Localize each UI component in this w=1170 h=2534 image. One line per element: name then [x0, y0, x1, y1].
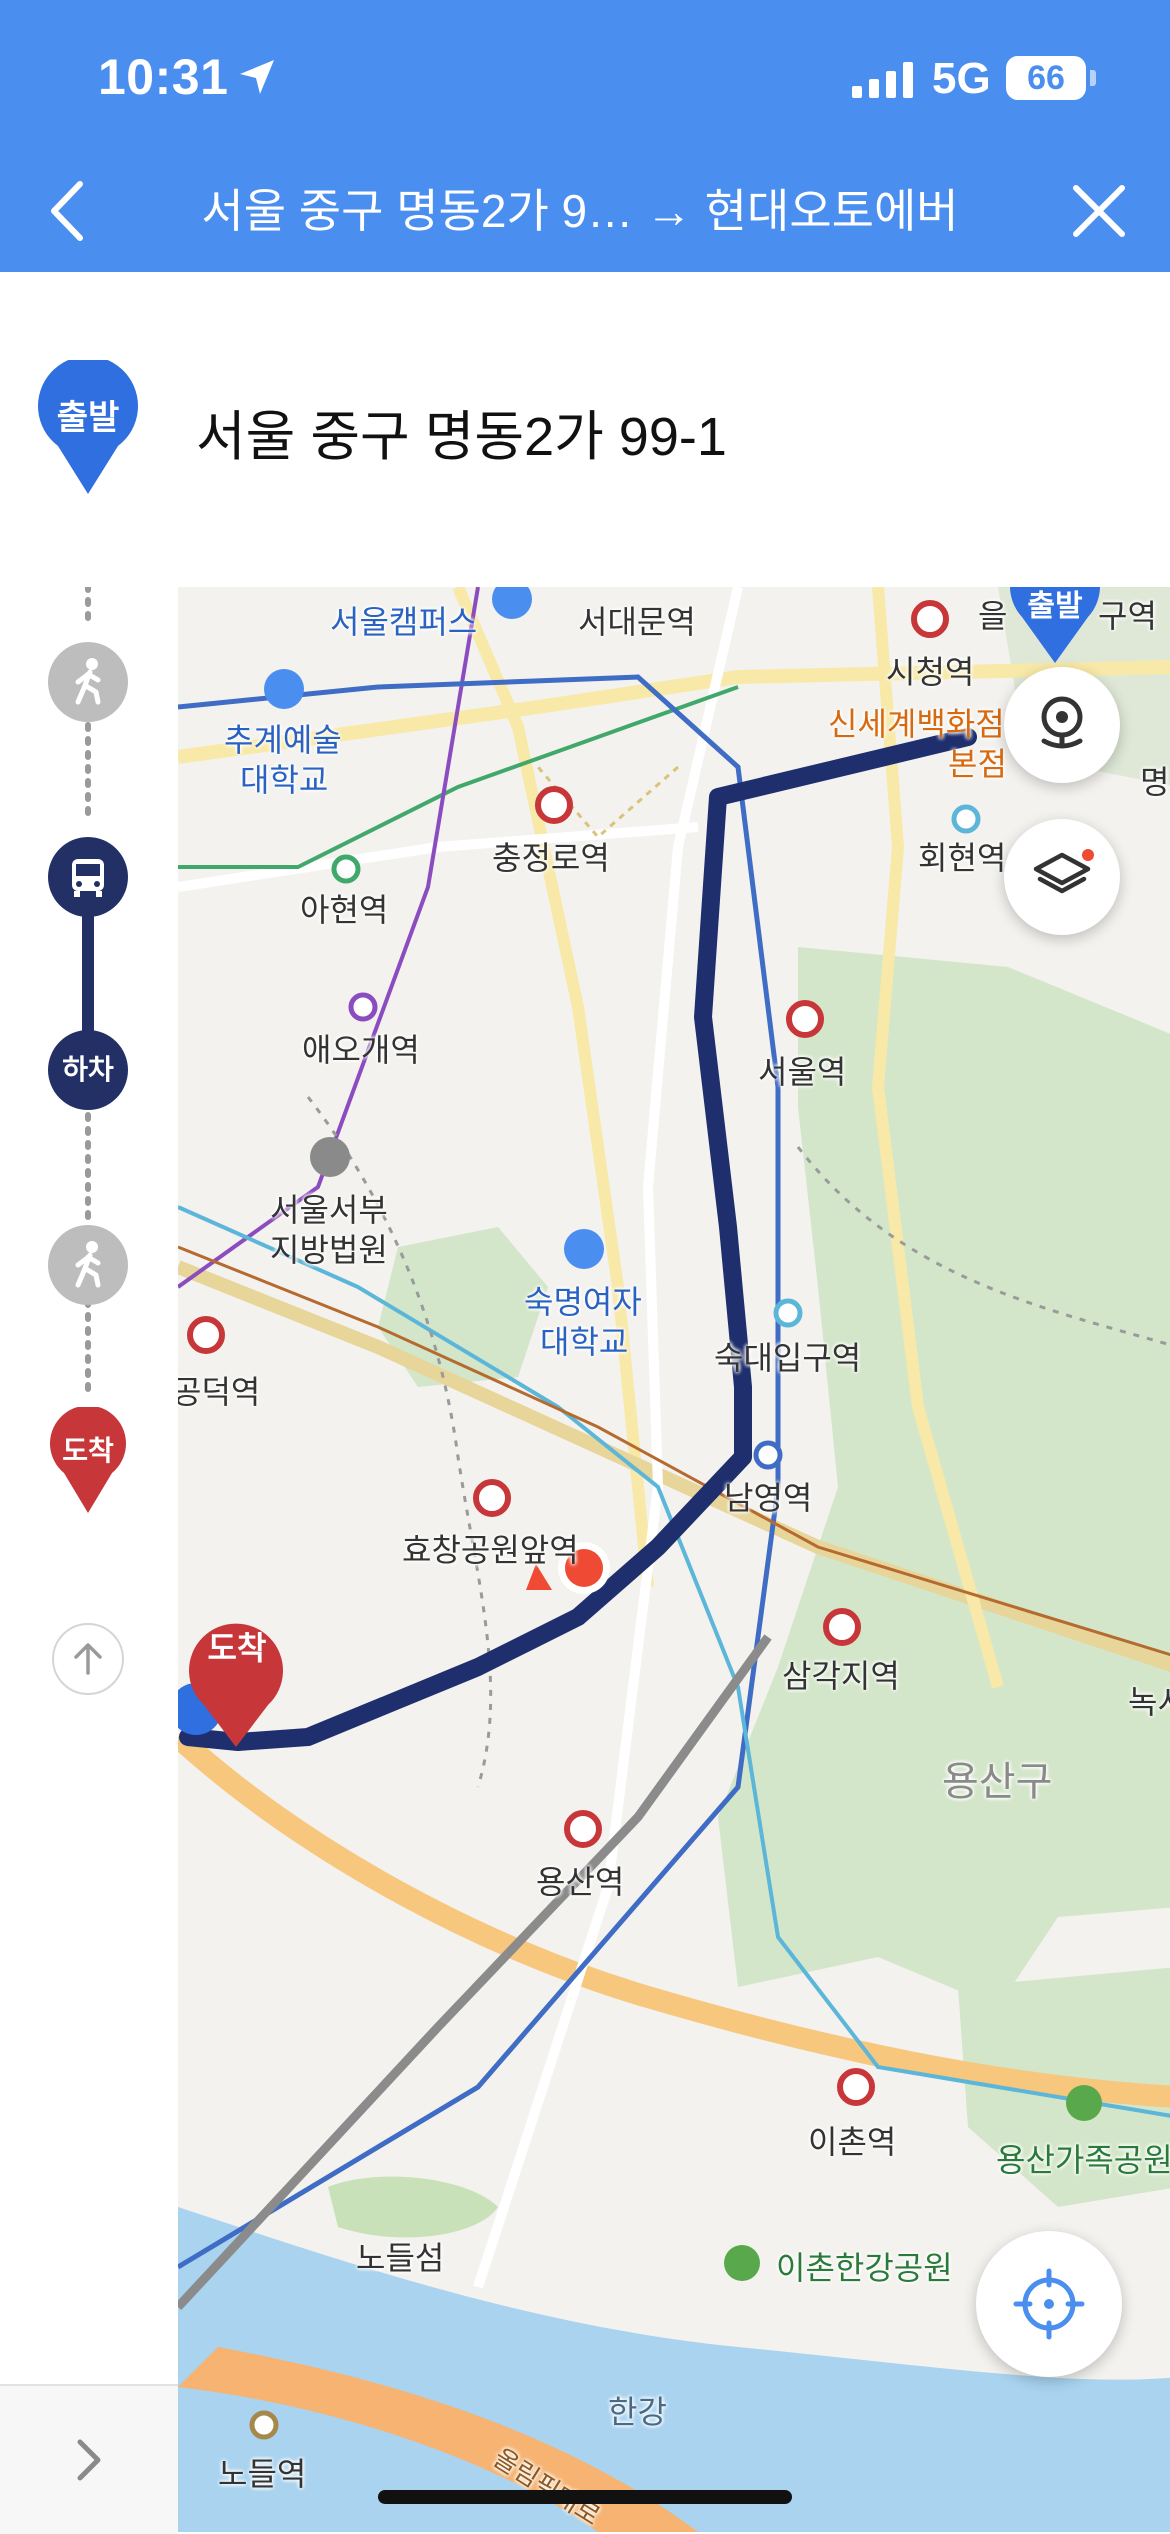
campus-icon: [492, 587, 532, 619]
battery-tip: [1090, 70, 1096, 86]
road-west: [452, 587, 654, 1588]
label-seoul-station: 서울역: [758, 1054, 847, 1090]
label-yongsan-station: 용산역: [536, 1864, 625, 1900]
university-icon-2: [564, 1229, 604, 1269]
map-start-pin-label: 출발: [1027, 590, 1083, 623]
court-icon: [310, 1137, 350, 1177]
label-family-park: 용산가족공원: [996, 2142, 1170, 2178]
label-hangang: 한강: [608, 2394, 667, 2430]
label-namyeong: 남영역: [724, 1480, 813, 1516]
label-yongsan-gu: 용산구: [942, 1760, 1053, 1804]
label-seoul-campus: 서울캠퍼스: [330, 604, 478, 640]
park-icon: [1066, 2085, 1102, 2121]
label-court-2: 지방법원: [270, 1232, 388, 1268]
route-timeline: 하차 도착: [0, 587, 180, 2532]
label-hoehyeon: 회현역: [918, 840, 1007, 876]
status-bar: 10:31 5G 66: [0, 0, 1170, 150]
label-aeogae: 애오개역: [302, 1032, 420, 1068]
street-view-button[interactable]: [1004, 667, 1120, 783]
end-badge-label: 도착: [62, 1435, 114, 1466]
label-myeong: 명: [1140, 764, 1170, 800]
home-indicator: [378, 2490, 792, 2504]
crosshair-icon: [1013, 2268, 1085, 2340]
label-ahyeon: 아현역: [300, 892, 389, 928]
bus-icon: [72, 859, 104, 897]
label-nodeul: 노들역: [218, 2456, 307, 2492]
label-ichon: 이촌역: [808, 2124, 897, 2160]
label-hyochang: 효창공원앞역: [402, 1532, 579, 1568]
arrow-up-icon: [74, 1643, 102, 1675]
alight-badge-label: 하차: [62, 1054, 114, 1085]
map-end-pin-label: 도착: [207, 1630, 267, 1666]
university-icon: [264, 669, 304, 709]
navigation-bar: 서울 중구 명동2가 9… → 현대오토에버: [0, 150, 1170, 272]
walk-icon: [75, 1241, 101, 1288]
layers-icon: [1033, 849, 1094, 894]
cellular-signal-icon: [852, 62, 913, 98]
origin-address[interactable]: 서울 중구 명동2가 99-1: [196, 392, 727, 471]
route-title[interactable]: 서울 중구 명동2가 9… → 현대오토에버: [150, 178, 1010, 244]
walk-step-1[interactable]: [48, 642, 128, 722]
close-icon[interactable]: [1068, 180, 1130, 242]
label-nodeulseom: 노들섬: [356, 2240, 445, 2276]
back-icon[interactable]: [36, 178, 100, 244]
subway-line-1: [178, 674, 781, 2270]
status-time: 10:31: [98, 49, 229, 105]
start-badge-label: 출발: [56, 399, 120, 437]
chevron-right-icon: [77, 2439, 101, 2481]
arrival-step[interactable]: 도착: [48, 1405, 128, 1515]
my-location-button[interactable]: [976, 2231, 1122, 2377]
label-shinsegae-2: 본점: [948, 746, 1007, 782]
label-chungjeongno: 충정로역: [492, 840, 610, 876]
label-chugye-2: 대학교: [240, 762, 329, 798]
walk-step-2[interactable]: [48, 1225, 128, 1305]
map-view[interactable]: 출발 도착 서울캠퍼스 서대문역 을 구역 시청역 신세계백화점 본점 명 추계…: [178, 587, 1170, 2532]
location-arrow-icon: [240, 60, 274, 94]
label-sookdae: 숙대입구역: [714, 1340, 862, 1376]
nodeul-island: [328, 2176, 498, 2238]
expand-panel[interactable]: [0, 2384, 178, 2534]
battery-level: 66: [1006, 56, 1086, 100]
label-origin: 을: [978, 598, 1008, 634]
label-sookmyung-2: 대학교: [540, 1324, 629, 1360]
label-gongdeok: 공덕역: [178, 1374, 261, 1410]
alight-step[interactable]: 하차: [48, 1030, 128, 1110]
label-ichon-park: 이촌한강공원: [776, 2250, 953, 2286]
walk-icon: [75, 658, 101, 705]
network-type: 5G: [932, 54, 991, 103]
origin-panel: 출발 서울 중구 명동2가 99-1: [0, 272, 1170, 589]
scroll-top-button[interactable]: [52, 1623, 124, 1695]
park-icon-2: [724, 2245, 760, 2281]
street-view-icon: [1041, 696, 1083, 749]
label-cityhall: 시청역: [886, 654, 975, 690]
label-nok: 녹시: [1128, 1684, 1170, 1720]
bus-step[interactable]: [48, 837, 128, 917]
layers-button[interactable]: [1004, 819, 1120, 935]
label-seodaemun: 서대문역: [578, 604, 696, 640]
label-samgakji: 삼각지역: [782, 1658, 900, 1694]
label-guyeok: 구역: [1098, 598, 1157, 634]
